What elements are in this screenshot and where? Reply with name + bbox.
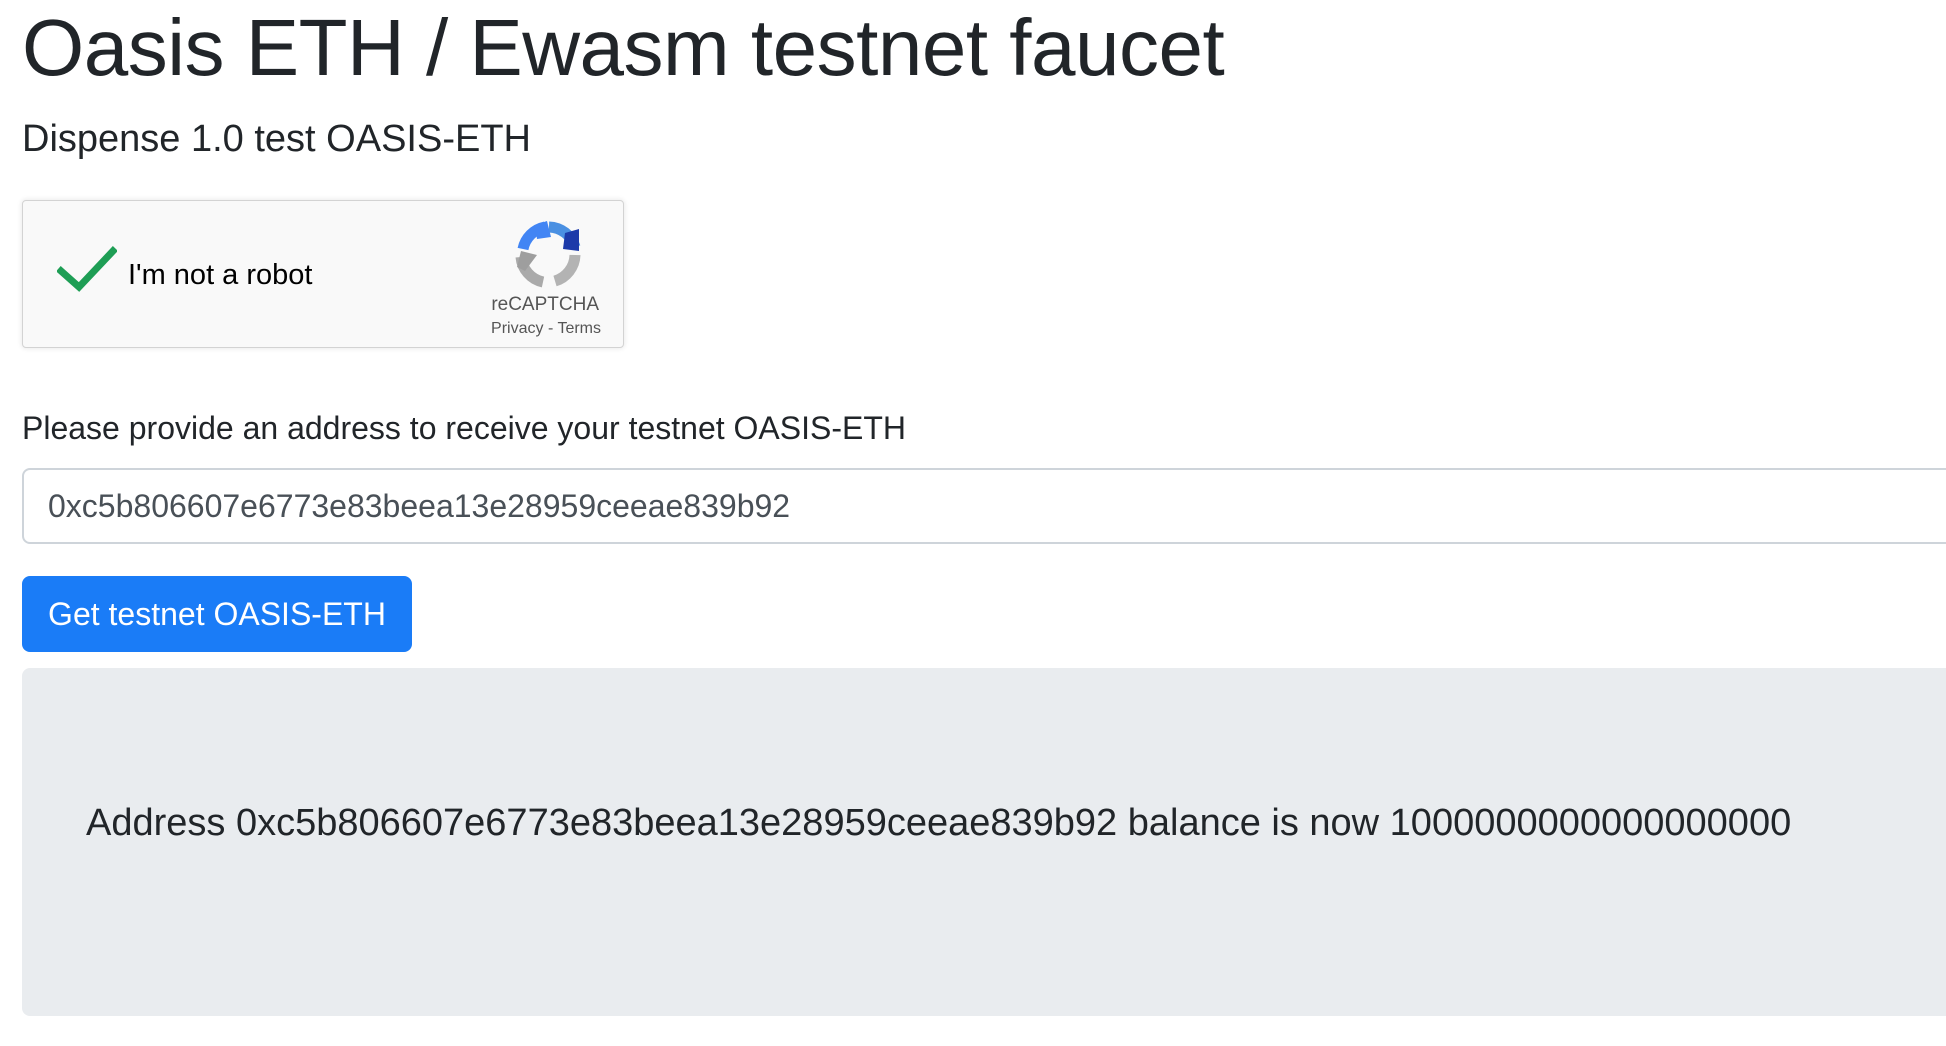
page-title: Oasis ETH / Ewasm testnet faucet xyxy=(22,3,1225,92)
address-label: Please provide an address to receive you… xyxy=(22,410,906,446)
links-separator: - xyxy=(543,320,558,337)
recaptcha-links: Privacy - Terms xyxy=(491,319,601,339)
get-testnet-eth-button[interactable]: Get testnet OASIS-ETH xyxy=(22,576,412,652)
recaptcha-brand: reCAPTCHA xyxy=(491,294,599,315)
recaptcha-widget: I'm not a robot reCAPTCHA Privacy - Term… xyxy=(22,200,624,348)
page-subtitle: Dispense 1.0 test OASIS-ETH xyxy=(22,118,531,160)
privacy-link[interactable]: Privacy xyxy=(491,320,543,337)
address-input[interactable] xyxy=(22,468,1946,544)
result-message: Address 0xc5b806607e6773e83beea13e28959c… xyxy=(86,802,1792,844)
recaptcha-checkbox-label[interactable]: I'm not a robot xyxy=(128,257,312,293)
check-icon[interactable] xyxy=(57,245,117,293)
result-panel: Address 0xc5b806607e6773e83beea13e28959c… xyxy=(22,668,1946,1016)
recaptcha-logo-icon xyxy=(515,221,581,288)
faucet-page: Oasis ETH / Ewasm testnet faucet Dispens… xyxy=(0,0,1946,1046)
terms-link[interactable]: Terms xyxy=(557,320,601,337)
